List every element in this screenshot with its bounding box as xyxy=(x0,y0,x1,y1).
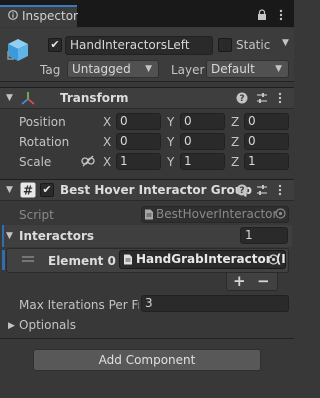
static-label: Static xyxy=(236,38,271,52)
fold-down-icon[interactable]: ▼ xyxy=(6,185,13,195)
position-x-field[interactable]: 0 xyxy=(116,113,161,130)
transform-axes-icon xyxy=(21,92,35,105)
drag-handle-icon[interactable] xyxy=(22,255,34,263)
svg-text:?: ? xyxy=(239,186,244,196)
interactors-label: Interactors xyxy=(19,229,95,243)
add-element-button[interactable]: + xyxy=(233,272,246,290)
scale-z-field[interactable]: 1 xyxy=(244,153,289,170)
fold-down-icon[interactable]: ▼ xyxy=(6,231,13,241)
transform-title: Transform xyxy=(60,91,129,105)
rotation-y-field[interactable]: 0 xyxy=(180,133,225,150)
divider xyxy=(0,338,294,339)
script-file-icon xyxy=(124,254,132,265)
axis-y-label[interactable]: Y xyxy=(167,135,174,149)
tag-value: Untagged xyxy=(72,62,131,76)
script-label: Script xyxy=(19,208,54,222)
transform-header[interactable] xyxy=(0,87,294,109)
remove-element-button[interactable]: − xyxy=(257,272,270,290)
axis-y-label[interactable]: Y xyxy=(167,155,174,169)
script-value: BestHoverInteractor xyxy=(156,207,278,221)
add-component-button[interactable]: Add Component xyxy=(33,349,261,371)
checkmark-icon: ✔ xyxy=(42,183,52,196)
script-hash-icon: # xyxy=(20,182,36,198)
info-icon xyxy=(8,10,18,20)
help-icon[interactable]: ? xyxy=(236,184,248,196)
chevron-down-icon: ▼ xyxy=(275,64,282,74)
chevron-down-icon: ▼ xyxy=(145,64,152,74)
kebab-menu-icon[interactable] xyxy=(276,91,284,105)
axis-x-label[interactable]: X xyxy=(103,155,111,169)
fold-down-icon[interactable]: ▼ xyxy=(6,93,13,103)
element-0-label: Element 0 xyxy=(48,254,116,268)
layer-label: Layer xyxy=(171,63,205,77)
axis-z-label[interactable]: Z xyxy=(231,115,239,129)
selection-indicator xyxy=(2,250,5,270)
static-dropdown-icon[interactable]: ▼ xyxy=(282,38,290,50)
script-field: BestHoverInteractor xyxy=(141,206,289,223)
scale-label: Scale xyxy=(19,155,52,169)
scale-x-field[interactable]: 1 xyxy=(116,153,161,170)
tag-label: Tag xyxy=(40,63,61,77)
rotation-label: Rotation xyxy=(19,135,70,149)
axis-z-label[interactable]: Z xyxy=(231,155,239,169)
preset-sliders-icon[interactable] xyxy=(256,184,268,196)
script-file-icon xyxy=(145,209,153,220)
lock-icon[interactable] xyxy=(257,9,267,21)
kebab-menu-icon[interactable] xyxy=(276,8,286,22)
axis-x-label[interactable]: X xyxy=(103,135,111,149)
checkmark-icon: ✔ xyxy=(50,38,60,51)
gameobject-name-input[interactable]: HandInteractorsLeft xyxy=(65,36,213,55)
component-title: Best Hover Interactor Group xyxy=(60,183,252,197)
axis-y-label[interactable]: Y xyxy=(167,115,174,129)
axis-x-label[interactable]: X xyxy=(103,115,111,129)
scale-y-field[interactable]: 1 xyxy=(180,153,225,170)
rotation-x-field[interactable]: 0 xyxy=(116,133,161,150)
kebab-menu-icon[interactable] xyxy=(276,183,284,197)
position-z-field[interactable]: 0 xyxy=(244,113,289,130)
list-size-field[interactable]: 1 xyxy=(240,227,288,244)
svg-text:?: ? xyxy=(239,94,244,104)
position-label: Position xyxy=(19,115,66,129)
gameobject-cube-icon xyxy=(7,39,28,61)
object-picker-icon[interactable] xyxy=(268,254,279,265)
tab-label: Inspector xyxy=(22,9,78,23)
position-y-field[interactable]: 0 xyxy=(180,113,225,130)
fold-right-icon[interactable]: ▶ xyxy=(8,321,15,331)
static-checkbox[interactable] xyxy=(218,38,232,52)
rotation-z-field[interactable]: 0 xyxy=(244,133,289,150)
element-0-value: HandGrabInteractor (I xyxy=(136,252,286,266)
active-checkbox[interactable]: ✔ xyxy=(48,38,62,52)
layer-dropdown[interactable]: Default ▼ xyxy=(206,60,289,78)
max-iterations-field[interactable]: 3 xyxy=(141,295,289,312)
layer-value: Default xyxy=(211,62,255,76)
max-iterations-label: Max Iterations Per Fra xyxy=(19,298,139,312)
element-0-object-field[interactable]: HandGrabInteractor (I xyxy=(119,250,286,269)
svg-text:#: # xyxy=(23,184,33,198)
preset-sliders-icon[interactable] xyxy=(256,92,268,104)
axis-z-label[interactable]: Z xyxy=(231,135,239,149)
object-picker-icon[interactable] xyxy=(275,208,286,219)
help-icon[interactable]: ? xyxy=(236,92,248,104)
unlinked-chain-icon[interactable] xyxy=(81,155,95,167)
tag-dropdown[interactable]: Untagged ▼ xyxy=(67,60,159,78)
optionals-foldout[interactable]: Optionals xyxy=(19,318,76,332)
component-enabled-checkbox[interactable]: ✔ xyxy=(40,183,54,197)
